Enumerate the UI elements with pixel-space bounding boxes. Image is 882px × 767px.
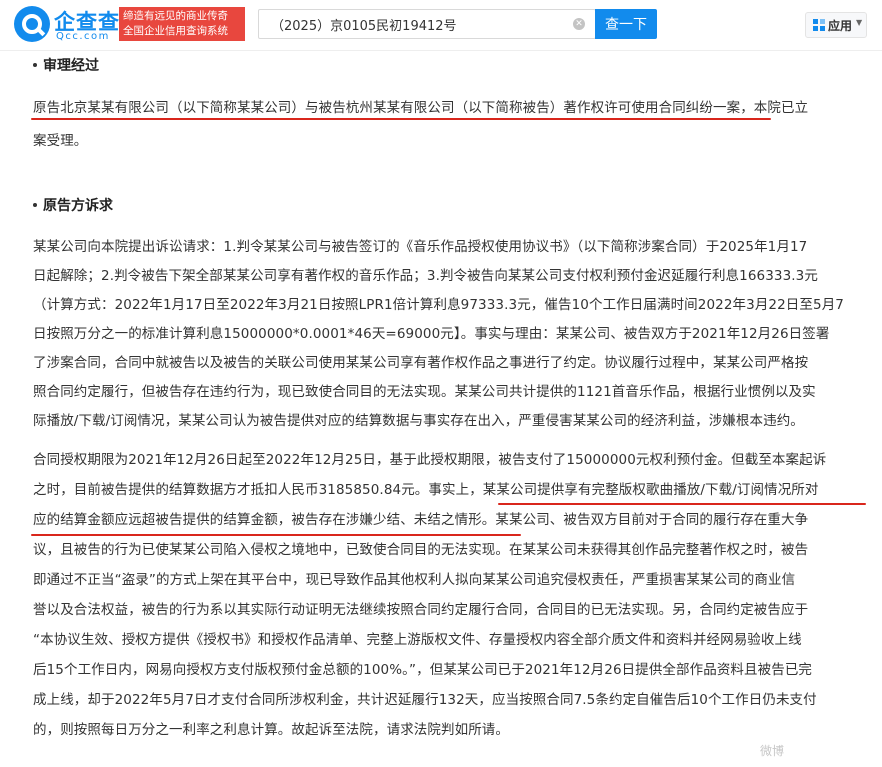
- claims-line: 即通过不正当“盗录”的方式上架在其平台中，现已导致作品其他权利人拟向某某公司追究…: [33, 572, 796, 588]
- claims-line: 后15个工作日内，网易向授权方支付版权预付金总额的100%。”，但某某公司已于2…: [33, 662, 813, 678]
- claims-line: “本协议生效、授权方提供《授权书》和授权作品清单、完整上游版权文件、存量授权内容…: [33, 632, 802, 648]
- claims-line: 应的结算金额应远超被告提供的结算金额，被告存在涉嫌少结、未结之情形。某某公司、被…: [33, 512, 809, 528]
- app-menu-label: 应用: [828, 19, 853, 33]
- qcc-logo-icon[interactable]: [14, 6, 50, 42]
- slogan-line-1: 缔造有远见的商业传奇: [123, 10, 228, 22]
- app-menu-button[interactable]: 应用 ▼: [805, 12, 867, 38]
- claims-line: 的，则按照每日万分之一利率之利息计算。故起诉至法院，请求法院判如所请。: [33, 722, 509, 738]
- claims-line: 际播放/下载/订阅情况，某某公司认为被告提供对应的结算数据与事实存在出入，严重侵…: [33, 413, 804, 429]
- claims-line: 照合同约定履行，但被告存在违约行为，现已致使合同目的无法实现。某某公司共计提供的…: [33, 384, 816, 400]
- claims-line: 誉以及合法权益，被告的行为系以其实际行动证明无法继续按照合同约定履行合同，合同目…: [33, 602, 809, 618]
- top-navigation-bar: 企查查 Qcc.com 缔造有远见的商业传奇 全国企业信用查询系统 ✕ 查一下 …: [0, 0, 882, 51]
- section-title-claims: 原告方诉求: [33, 195, 113, 215]
- search-input[interactable]: [259, 10, 583, 38]
- process-line: 原告北京某某有限公司（以下简称某某公司）与被告杭州某某有限公司（以下简称被告）著…: [33, 100, 809, 116]
- claims-line: （计算方式：2022年1月17日至2022年3月21日按照LPR1倍计算利息97…: [33, 297, 844, 313]
- clear-icon[interactable]: ✕: [573, 18, 585, 30]
- section-title-process: 审理经过: [33, 55, 99, 75]
- app-grid-icon: [813, 19, 825, 31]
- claims-line: 合同授权期限为2021年12月26日起至2022年12月25日，基于此授权期限，…: [33, 452, 827, 468]
- search-box: ✕: [258, 9, 596, 39]
- search-button[interactable]: 查一下: [595, 9, 657, 39]
- slogan-line-2: 全国企业信用查询系统: [123, 25, 228, 37]
- process-line: 案受理。: [33, 133, 88, 149]
- claims-line: 成上线，却于2022年5月7日才支付合同所涉权利金，共计迟延履行132天，应当按…: [33, 692, 817, 708]
- watermark: 微博: [760, 744, 785, 758]
- claims-line: 日起解除；2.判令被告下架全部某某公司享有著作权的音乐作品；3.判令被告向某某公…: [33, 268, 818, 284]
- chevron-down-icon: ▼: [856, 18, 863, 27]
- claims-line: 之时，目前被告提供的结算数据方才抵扣人民币3185850.84元。事实上，某某公…: [33, 482, 819, 498]
- claims-line: 了涉案合同，合同中就被告以及被告的关联公司使用某某公司享有著作权作品之事进行了约…: [33, 355, 809, 371]
- claims-line: 某某公司向本院提出诉讼请求：1.判令某某公司与被告签订的《音乐作品授权使用协议书…: [33, 239, 808, 255]
- bullet-icon: [33, 63, 37, 67]
- bullet-icon: [33, 203, 37, 207]
- claims-line: 日按照万分之一的标准计算利息15000000*0.0001*46天=69000元…: [33, 326, 830, 342]
- highlight-underline: [498, 503, 866, 505]
- highlight-underline: [31, 534, 521, 536]
- slogan-badge: 缔造有远见的商业传奇 全国企业信用查询系统: [119, 7, 245, 41]
- claims-line: 议，且被告的行为已使某某公司陷入侵权之境地中，已致使合同目的无法实现。在某某公司…: [33, 542, 809, 558]
- highlight-underline: [31, 118, 771, 120]
- brand-domain: Qcc.com: [56, 31, 110, 42]
